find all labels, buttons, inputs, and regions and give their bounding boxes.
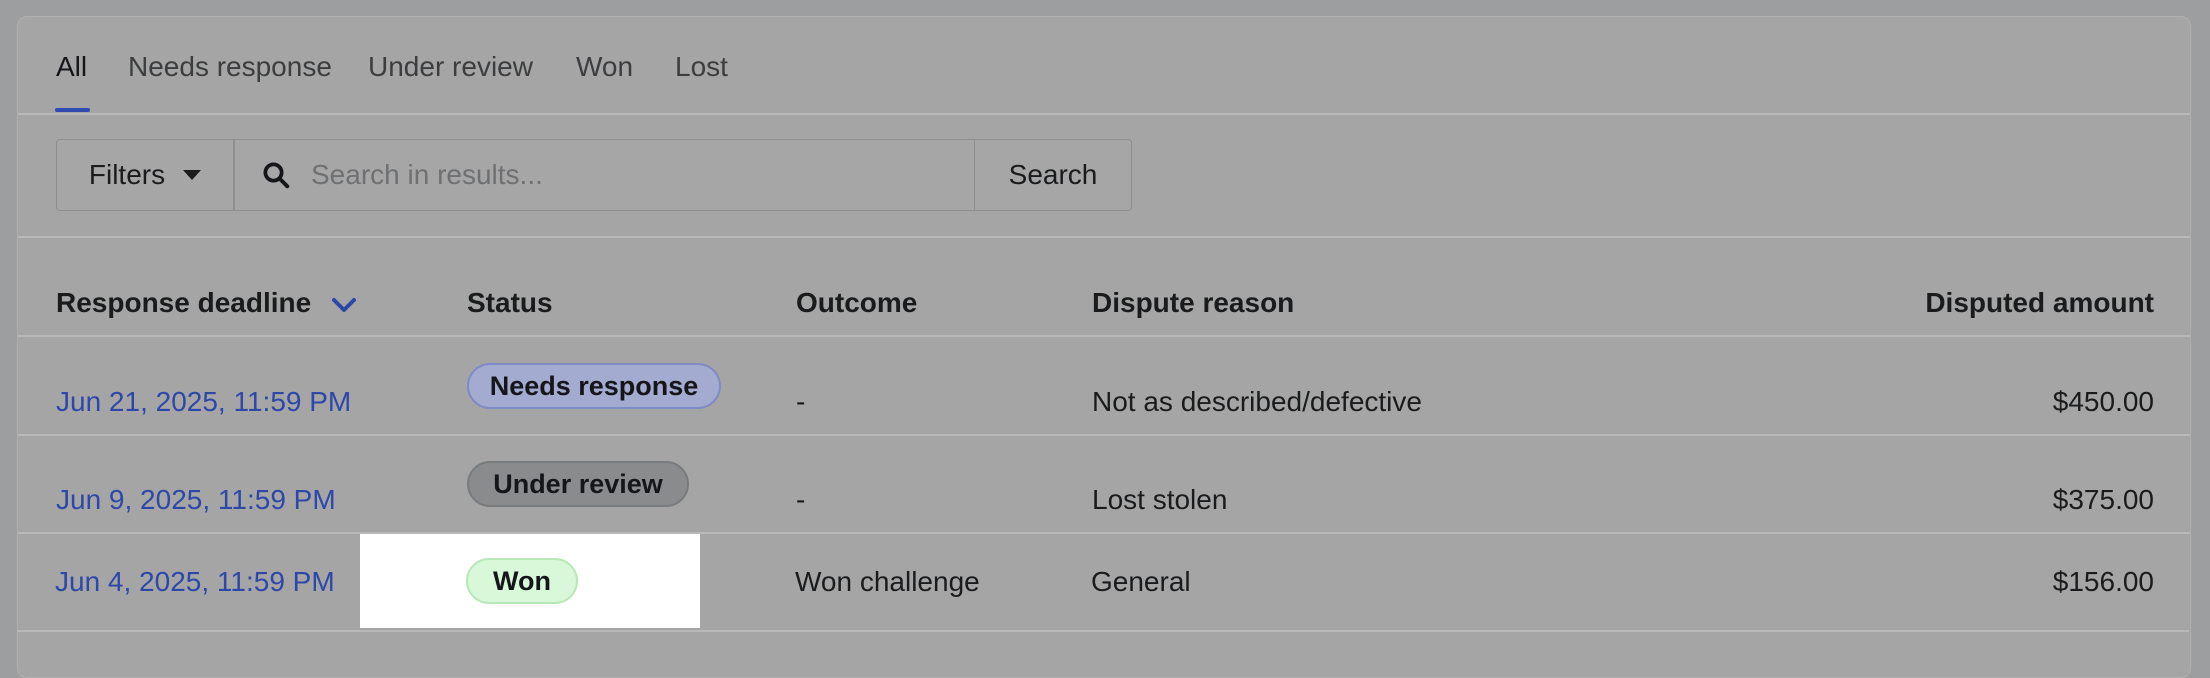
search-input[interactable] xyxy=(309,158,933,192)
row-2-amount: $375.00 xyxy=(2052,484,2154,515)
row-divider xyxy=(18,434,2190,436)
status-tabs: All Needs response Under review Won Lost xyxy=(18,17,2190,115)
status-badge: Won xyxy=(466,558,578,604)
search-icon xyxy=(263,162,290,189)
row-divider xyxy=(17,630,2189,632)
row-1-reason: Not as described/defective xyxy=(1092,386,1422,417)
search-button[interactable]: Search xyxy=(974,139,1132,211)
status-badge: Needs response xyxy=(467,363,721,409)
tab-under-review[interactable]: Under review xyxy=(368,51,533,83)
active-tab-indicator xyxy=(55,108,90,112)
row-2-reason: Lost stolen xyxy=(1092,484,1228,515)
column-header-dispute-reason: Dispute reason xyxy=(1092,287,1295,318)
row-3-reason: General xyxy=(1091,566,1191,597)
column-header-status: Status xyxy=(467,287,553,318)
tab-lost[interactable]: Lost xyxy=(675,51,728,83)
row-2-outcome: - xyxy=(796,484,806,515)
search-field[interactable] xyxy=(234,139,974,211)
tab-won[interactable]: Won xyxy=(576,51,633,83)
row-1-outcome: - xyxy=(796,386,806,417)
column-header-response-deadline[interactable]: Response deadline xyxy=(56,287,357,319)
chevron-down-icon xyxy=(331,297,356,312)
search-toolbar: Filters Search xyxy=(56,139,1154,213)
header-divider xyxy=(18,335,2190,337)
row-3-deadline-link[interactable]: Jun 4, 2025, 11:59 PM xyxy=(55,566,335,598)
column-header-outcome: Outcome xyxy=(796,287,918,318)
row-1-amount: $450.00 xyxy=(2052,386,2154,417)
row-3-amount: $156.00 xyxy=(2052,566,2154,597)
row-divider xyxy=(18,532,2190,534)
filters-button[interactable]: Filters xyxy=(56,139,234,211)
tab-all[interactable]: All xyxy=(56,51,87,83)
column-header-disputed-amount: Disputed amount xyxy=(1925,287,2154,318)
tab-needs-response[interactable]: Needs response xyxy=(128,51,332,83)
row-1-deadline-link[interactable]: Jun 21, 2025, 11:59 PM xyxy=(56,386,351,418)
row-2-deadline-link[interactable]: Jun 9, 2025, 11:59 PM xyxy=(56,484,336,516)
status-badge: Under review xyxy=(467,461,689,507)
caret-down-icon xyxy=(183,170,202,180)
toolbar-divider xyxy=(18,236,2190,238)
filters-label: Filters xyxy=(88,159,166,190)
response-deadline-label: Response deadline xyxy=(56,287,312,318)
row-3-outcome: Won challenge xyxy=(795,566,980,597)
